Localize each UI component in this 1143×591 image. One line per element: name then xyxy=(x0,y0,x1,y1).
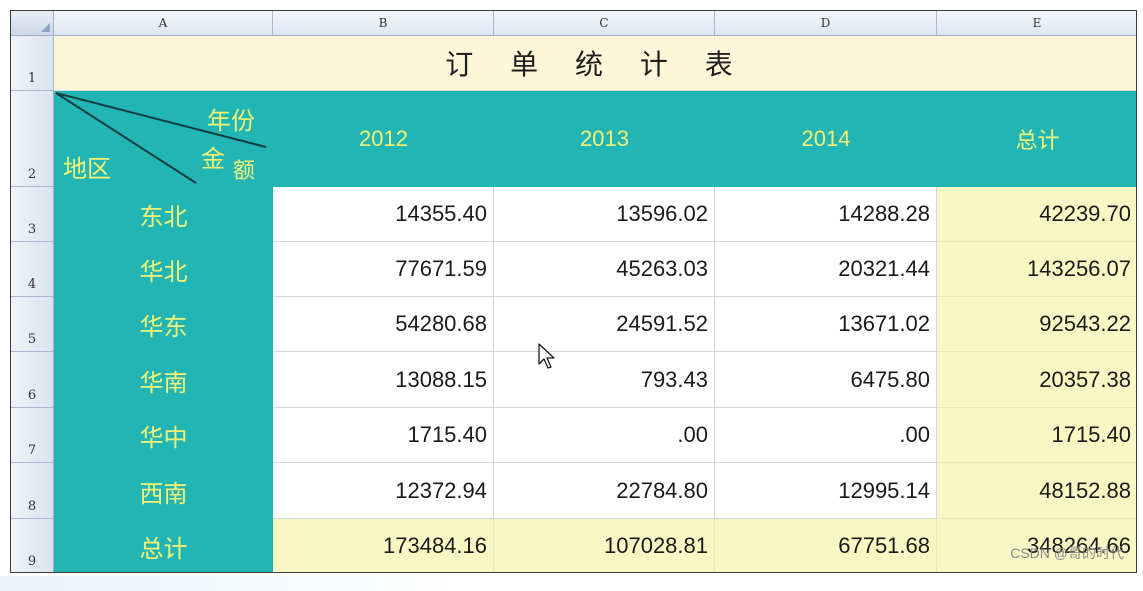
value-cell[interactable]: 77671.59 xyxy=(273,242,494,297)
column-header-c[interactable]: C xyxy=(494,11,715,36)
total-value-cell[interactable]: 173484.16 xyxy=(273,519,494,572)
value-cell[interactable]: 42239.70 xyxy=(937,187,1136,242)
value-cell[interactable]: .00 xyxy=(715,408,937,463)
value-cell[interactable]: 48152.88 xyxy=(937,463,1136,519)
diagonal-label-year: 年份 xyxy=(207,107,255,135)
region-cell[interactable]: 华东 xyxy=(54,297,273,352)
sheet-title[interactable]: 订 单 统 计 表 xyxy=(54,36,1136,91)
column-header-e[interactable]: E xyxy=(937,11,1136,36)
value-cell[interactable]: 13596.02 xyxy=(494,187,715,242)
row-header-1[interactable]: 1 xyxy=(11,36,54,91)
row-header-7[interactable]: 7 xyxy=(11,408,54,463)
value-cell[interactable]: 14355.40 xyxy=(273,187,494,242)
total-value-cell[interactable]: 107028.81 xyxy=(494,519,715,572)
spreadsheet-grid[interactable]: ABCDE 123456789 订 单 统 计 表 2012 2013 2014 总计东… xyxy=(10,10,1137,573)
total-value-cell[interactable]: 67751.68 xyxy=(715,519,937,572)
select-all-corner[interactable] xyxy=(11,11,54,36)
region-cell[interactable]: 东北 xyxy=(54,187,273,242)
row-header-5[interactable]: 5 xyxy=(11,297,54,352)
value-cell[interactable]: 6475.80 xyxy=(715,352,937,408)
value-cell[interactable]: 1715.40 xyxy=(273,408,494,463)
year-header-2[interactable]: 2013 xyxy=(494,91,715,187)
region-cell[interactable]: 华南 xyxy=(54,352,273,408)
region-cell[interactable]: 西南 xyxy=(54,463,273,519)
row-header-3[interactable]: 3 xyxy=(11,187,54,242)
column-header-a[interactable]: A xyxy=(54,11,273,36)
mouse-pointer-icon xyxy=(538,343,555,369)
year-header-3[interactable]: 2014 xyxy=(715,91,937,187)
value-cell[interactable]: 793.43 xyxy=(494,352,715,408)
value-cell[interactable]: 92543.22 xyxy=(937,297,1136,352)
value-cell[interactable]: 54280.68 xyxy=(273,297,494,352)
value-cell[interactable]: 20321.44 xyxy=(715,242,937,297)
diagonal-label-amount-a: 金 xyxy=(201,145,225,173)
value-cell[interactable]: .00 xyxy=(494,408,715,463)
year-header-4[interactable]: 总计 xyxy=(937,91,1136,187)
value-cell[interactable]: 12372.94 xyxy=(273,463,494,519)
row-header-2[interactable]: 2 xyxy=(11,91,54,187)
column-header-d[interactable]: D xyxy=(715,11,937,36)
value-cell[interactable]: 22784.80 xyxy=(494,463,715,519)
region-cell[interactable]: 华中 xyxy=(54,408,273,463)
value-cell[interactable]: 1715.40 xyxy=(937,408,1136,463)
total-label-cell[interactable]: 总计 xyxy=(54,519,273,572)
value-cell[interactable]: 13088.15 xyxy=(273,352,494,408)
row-header-6[interactable]: 6 xyxy=(11,352,54,408)
taskbar-strip xyxy=(0,576,1143,591)
value-cell[interactable]: 13671.02 xyxy=(715,297,937,352)
value-cell[interactable]: 14288.28 xyxy=(715,187,937,242)
value-cell[interactable]: 12995.14 xyxy=(715,463,937,519)
row-header-9[interactable]: 9 xyxy=(11,519,54,572)
value-cell[interactable]: 24591.52 xyxy=(494,297,715,352)
value-cell[interactable]: 20357.38 xyxy=(937,352,1136,408)
watermark: CSDN @哥的时代 xyxy=(1010,545,1124,561)
region-cell[interactable]: 华北 xyxy=(54,242,273,297)
diagonal-label-amount-b: 额 xyxy=(233,159,256,184)
diagonal-label-region: 地区 xyxy=(63,155,111,183)
column-header-b[interactable]: B xyxy=(273,11,494,36)
value-cell[interactable]: 143256.07 xyxy=(937,242,1136,297)
year-header-1[interactable]: 2012 xyxy=(273,91,494,187)
row-header-4[interactable]: 4 xyxy=(11,242,54,297)
row-header-8[interactable]: 8 xyxy=(11,463,54,519)
select-all-triangle-icon xyxy=(41,23,50,32)
value-cell[interactable]: 45263.03 xyxy=(494,242,715,297)
